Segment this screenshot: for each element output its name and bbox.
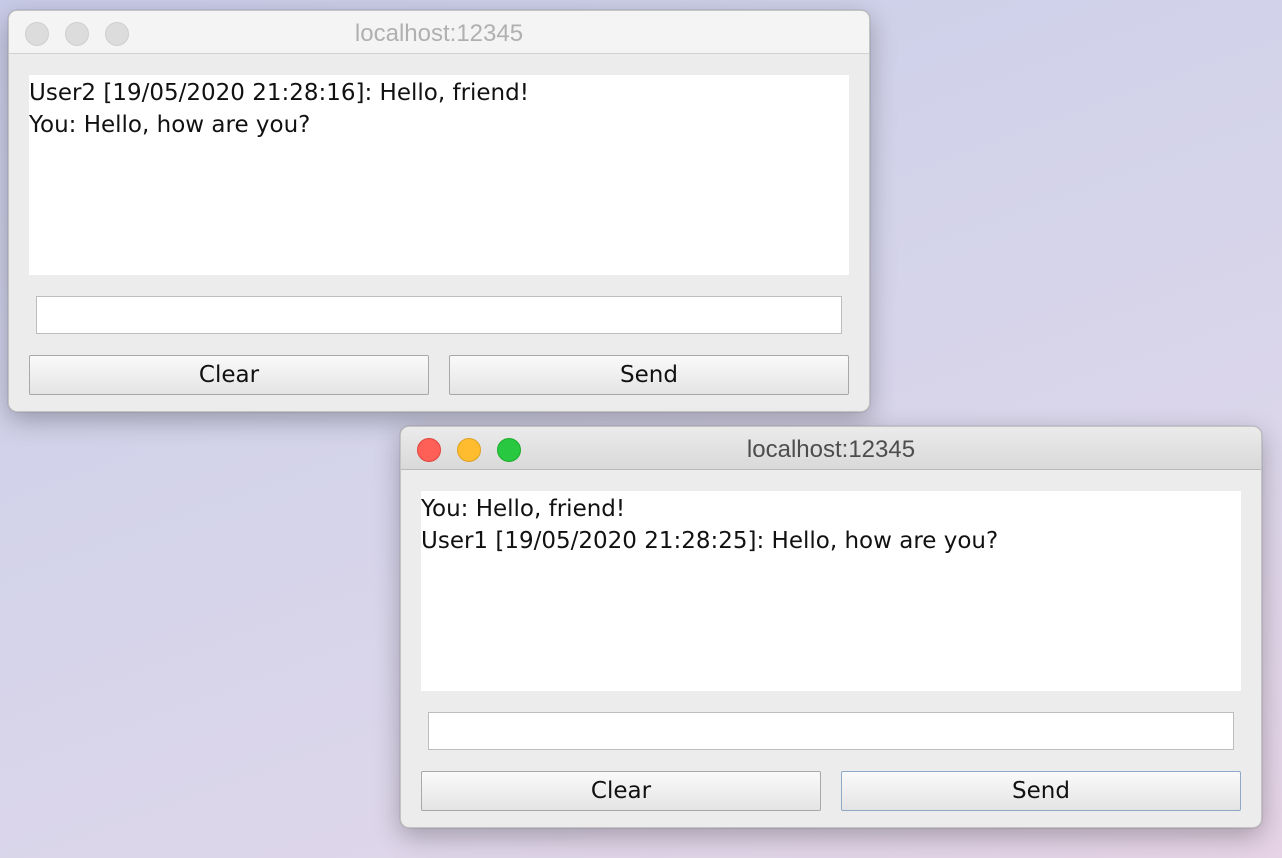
chat-message: You: Hello, friend! [421, 496, 626, 522]
window-title: localhost:12345 [354, 20, 524, 47]
chat-history[interactable]: User2 [19/05/2020 21:28:16]: Hello, frie… [29, 75, 849, 275]
message-input[interactable] [428, 712, 1234, 750]
send-button[interactable]: Send [449, 355, 849, 395]
title-bar[interactable]: localhost:12345 [401, 427, 1261, 470]
window-title: localhost:12345 [746, 436, 916, 463]
title-bar[interactable]: localhost:12345 [9, 11, 869, 54]
chat-history[interactable]: You: Hello, friend! User1 [19/05/2020 21… [421, 491, 1241, 691]
send-button[interactable]: Send [841, 771, 1241, 811]
chat-message: User1 [19/05/2020 21:28:25]: Hello, how … [421, 528, 999, 554]
chat-window-1[interactable]: localhost:12345 User2 [19/05/2020 21:28:… [8, 10, 870, 412]
clear-button[interactable]: Clear [421, 771, 821, 811]
chat-message: User2 [19/05/2020 21:28:16]: Hello, frie… [29, 80, 529, 106]
chat-window-2[interactable]: localhost:12345 You: Hello, friend! User… [400, 426, 1262, 828]
message-input[interactable] [36, 296, 842, 334]
clear-button[interactable]: Clear [29, 355, 429, 395]
chat-message: You: Hello, how are you? [29, 112, 311, 138]
